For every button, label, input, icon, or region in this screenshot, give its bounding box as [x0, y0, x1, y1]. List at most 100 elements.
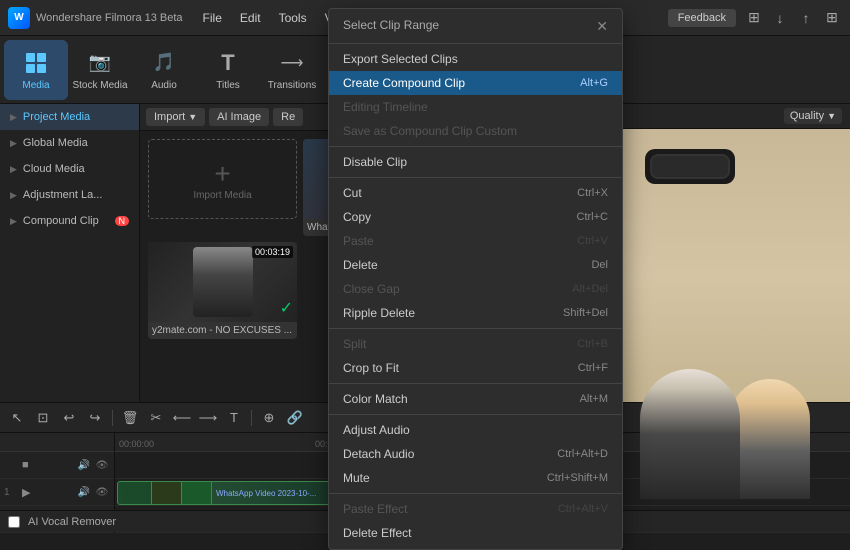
- tool-stock-media[interactable]: 📷 Stock Media: [68, 40, 132, 100]
- menu-edit[interactable]: Edit: [232, 7, 269, 29]
- menu-tools[interactable]: Tools: [271, 7, 315, 29]
- tl-select-tool[interactable]: ↖: [6, 407, 28, 429]
- compound-clip-badge: N: [115, 216, 130, 226]
- import-button[interactable]: Import ▼: [146, 108, 205, 126]
- feedback-button[interactable]: Feedback: [668, 9, 736, 27]
- ctx-color-label: Color Match: [343, 392, 408, 406]
- ctx-mute-shortcut: Ctrl+Shift+M: [547, 472, 608, 484]
- track-eye-2[interactable]: 👁: [94, 484, 110, 500]
- ctx-delete[interactable]: Delete Del: [329, 253, 622, 277]
- ctx-sep-top: [329, 43, 622, 44]
- sidebar-item-adjustment[interactable]: ▶ Adjustment La...: [0, 182, 139, 208]
- ctx-color-shortcut: Alt+M: [580, 393, 608, 405]
- track-header-1: ■ 🔊 👁: [0, 452, 114, 479]
- track-controls-1: 🔊 👁: [76, 457, 110, 473]
- ctx-save-compound: Save as Compound Clip Custom: [329, 119, 622, 143]
- sidebar-item-global-media[interactable]: ▶ Global Media: [0, 130, 139, 156]
- media-check-icon: ✓: [280, 298, 293, 318]
- media-thumb-y2mate-img: 00:03:19 ✓: [148, 242, 297, 322]
- tl-link-btn[interactable]: 🔗: [284, 407, 306, 429]
- ctx-copy[interactable]: Copy Ctrl+C: [329, 205, 622, 229]
- ctx-create-compound[interactable]: Create Compound Clip Alt+G: [329, 71, 622, 95]
- sidebar-item-cloud-media[interactable]: ▶ Cloud Media: [0, 156, 139, 182]
- ctx-editing-timeline: Editing Timeline: [329, 95, 622, 119]
- tl-cut-btn[interactable]: ✂: [145, 407, 167, 429]
- ai-image-button[interactable]: AI Image: [209, 108, 269, 126]
- ctx-cut[interactable]: Cut Ctrl+X: [329, 181, 622, 205]
- ctx-paste-shortcut: Ctrl+V: [577, 235, 608, 247]
- media-thumb-y2mate-label: y2mate.com - NO EXCUSES ...: [148, 322, 297, 339]
- tl-delete-btn[interactable]: 🗑: [119, 407, 141, 429]
- quality-dropdown-icon: ▼: [827, 111, 836, 121]
- download-icon[interactable]: ↓: [770, 8, 790, 28]
- ctx-delete-shortcut: Del: [591, 259, 608, 271]
- import-media-label: Import Media: [193, 190, 251, 201]
- track-eye-1[interactable]: 👁: [94, 457, 110, 473]
- import-media-placeholder[interactable]: + Import Media: [148, 139, 297, 219]
- ctx-mute[interactable]: Mute Ctrl+Shift+M: [329, 466, 622, 490]
- arrow-icon: ▶: [10, 138, 17, 149]
- ctx-close-gap-label: Close Gap: [343, 282, 400, 296]
- tl-undo-btn[interactable]: ↩: [58, 407, 80, 429]
- ctx-delete-effect[interactable]: Delete Effect: [329, 521, 622, 545]
- context-menu-header: Select Clip Range ✕: [329, 13, 622, 40]
- tl-redo-btn[interactable]: ↪: [84, 407, 106, 429]
- ctx-paste-effect-label: Paste Effect: [343, 502, 407, 516]
- track-mute-2[interactable]: 🔊: [76, 484, 92, 500]
- tool-titles[interactable]: T Titles: [196, 40, 260, 100]
- ctx-export-selected[interactable]: Export Selected Clips: [329, 47, 622, 71]
- ctx-adjust-audio[interactable]: Adjust Audio: [329, 418, 622, 442]
- ctx-close-button[interactable]: ✕: [596, 18, 608, 35]
- ctx-paste-label: Paste: [343, 234, 374, 248]
- ctx-close-gap-shortcut: Alt+Del: [572, 283, 608, 295]
- top-bar-right: Feedback ⊞ ↓ ↑ ⊞: [668, 8, 842, 28]
- sidebar-label-compound-clip: Compound Clip: [23, 215, 99, 227]
- tool-titles-label: Titles: [216, 80, 240, 91]
- ctx-detach-audio[interactable]: Detach Audio Ctrl+Alt+D: [329, 442, 622, 466]
- ctx-sep-2: [329, 177, 622, 178]
- ctx-ripple-delete[interactable]: Ripple Delete Shift+Del: [329, 301, 622, 325]
- track-mute-1[interactable]: 🔊: [76, 457, 92, 473]
- sidebar-label-global-media: Global Media: [23, 137, 88, 149]
- tl-arrow-right-btn[interactable]: ⟶: [197, 407, 219, 429]
- ai-vocal-checkbox[interactable]: [8, 516, 20, 528]
- ctx-copy-shortcut: Ctrl+C: [577, 211, 608, 223]
- sidebar-label-adjustment: Adjustment La...: [23, 189, 103, 201]
- sidebar-item-project-media[interactable]: ▶ Project Media: [0, 104, 139, 130]
- sidebar-item-compound-clip[interactable]: ▶ Compound Clip N: [0, 208, 139, 234]
- tl-separator-2: [251, 410, 252, 426]
- ctx-crop-to-fit[interactable]: Crop to Fit Ctrl+F: [329, 356, 622, 380]
- ctx-adjust-label: Adjust Audio: [343, 423, 410, 437]
- tl-snap-tool[interactable]: ⊡: [32, 407, 54, 429]
- tool-transitions[interactable]: ⟶ Transitions: [260, 40, 324, 100]
- menu-file[interactable]: File: [195, 7, 230, 29]
- grid-icon[interactable]: ⊞: [822, 8, 842, 28]
- tl-separator-1: [112, 410, 113, 426]
- transitions-icon: ⟶: [278, 49, 306, 77]
- tl-arrow-btn[interactable]: ⟵: [171, 407, 193, 429]
- tl-text-btn[interactable]: T: [223, 407, 245, 429]
- tool-audio[interactable]: 🎵 Audio: [132, 40, 196, 100]
- ctx-copy-label: Copy: [343, 210, 371, 224]
- track-header-2: 1 ▶ 🔊 👁: [0, 479, 114, 506]
- upload-icon[interactable]: ↑: [796, 8, 816, 28]
- app-title: Wondershare Filmora 13 Beta: [36, 12, 183, 24]
- tool-stock-label: Stock Media: [72, 80, 127, 91]
- stock-media-icon: 📷: [86, 49, 114, 77]
- ctx-delete-label: Delete: [343, 258, 378, 272]
- ctx-color-match[interactable]: Color Match Alt+M: [329, 387, 622, 411]
- monitor-icon[interactable]: ⊞: [744, 8, 764, 28]
- quality-select[interactable]: Quality ▼: [784, 108, 842, 124]
- re-button[interactable]: Re: [273, 108, 303, 126]
- quality-label: Quality: [790, 110, 824, 122]
- ctx-disable-clip[interactable]: Disable Clip: [329, 150, 622, 174]
- tl-magnet-btn[interactable]: ⊕: [258, 407, 280, 429]
- tool-media[interactable]: Media: [4, 40, 68, 100]
- ctx-paste-effect: Paste Effect Ctrl+Alt+V: [329, 497, 622, 521]
- app-logo-icon: W: [8, 7, 30, 29]
- media-thumb-y2mate[interactable]: 00:03:19 ✓ y2mate.com - NO EXCUSES ...: [148, 242, 297, 339]
- import-label: Import: [154, 111, 185, 123]
- ctx-close-gap: Close Gap Alt+Del: [329, 277, 622, 301]
- arrow-icon: ▶: [10, 216, 17, 227]
- ctx-create-label: Create Compound Clip: [343, 76, 465, 90]
